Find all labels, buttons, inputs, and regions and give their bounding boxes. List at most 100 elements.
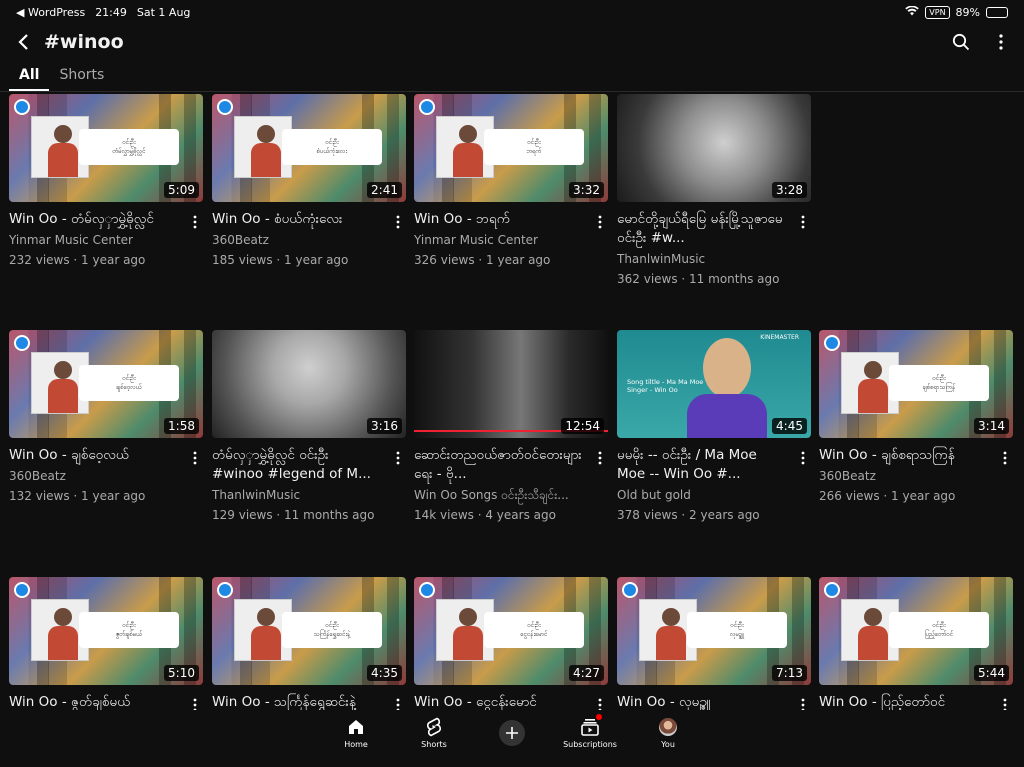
video-thumbnail[interactable]: 3:28 [617, 94, 811, 202]
video-title[interactable]: Win Oo - ဇွတ်ချစ်မယ် [9, 693, 181, 710]
video-card[interactable]: 3:28 မောင်တို့ချယ်ရီမြေ မန်းမြို့သူဇာမေ ဝ… [617, 94, 811, 287]
channel-logo-icon [824, 335, 840, 351]
video-thumbnail[interactable]: ဝင်းဦး ချစ်စရာသကြန် 3:14 [819, 330, 1013, 438]
video-menu-button[interactable] [795, 212, 811, 232]
video-menu-button[interactable] [997, 448, 1013, 468]
channel-name[interactable]: Old but gold [617, 487, 789, 503]
channel-name[interactable]: 360Beatz [9, 468, 181, 484]
video-thumbnail[interactable]: ဝင်းဦး တံမ်လွှာမွှဲ့ဓိုလ္လင် 5:09 [9, 94, 203, 202]
channel-name[interactable]: Win Oo Songs ဝင်းဦးသီချင်း... [414, 487, 586, 503]
channel-name[interactable]: ThanlwinMusic [617, 251, 789, 267]
video-card[interactable]: ဝင်းဦး ဘရက် 3:32 Win Oo - ဘရက် Yinmar Music… [414, 94, 608, 268]
video-card[interactable]: ဝင်းဦး သင်္ကြန်ရွှေဆင်းနဲ့ 4:35 Win Oo - သ… [212, 577, 406, 710]
thumbnail-caption: ဝင်းဦး စံပယ်ကုံးလေး [282, 129, 382, 165]
channel-name[interactable]: Yinmar Music Center [414, 232, 586, 248]
search-button[interactable] [948, 29, 974, 55]
video-duration: 2:41 [367, 182, 402, 198]
video-thumbnail[interactable]: 12:54 [414, 330, 608, 438]
channel-name[interactable]: 360Beatz [819, 468, 991, 484]
channel-logo-icon [217, 99, 233, 115]
thumbnail-caption: ဝင်းဦး လုမဥ္စူ [687, 612, 787, 648]
video-card[interactable]: 3:16 တံမ်လှှာမွှဲ့ဓိုလ္လင် ဝင်းဦး #winoo … [212, 330, 406, 523]
video-thumbnail[interactable]: ဝင်းဦး စံပယ်ကုံးလေး 2:41 [212, 94, 406, 202]
video-menu-button[interactable] [592, 448, 608, 468]
status-time: 21:49 [95, 5, 127, 19]
video-duration: 3:28 [772, 182, 807, 198]
portrait-image [703, 338, 751, 398]
video-title[interactable]: မောင်တို့ချယ်ရီမြေ မန်းမြို့သူဇာမေ ဝင်းဦ… [617, 210, 789, 248]
video-menu-button[interactable] [795, 448, 811, 468]
video-title[interactable]: Win Oo - ချစ်စရာသကြန် [819, 446, 991, 465]
search-icon [952, 33, 970, 51]
video-card[interactable]: ဝင်းဦး တံမ်လွှာမွှဲ့ဓိုလ္လင် 5:09 Win Oo -… [9, 94, 203, 268]
more-vertical-icon [999, 34, 1003, 50]
video-card[interactable]: ဝင်းဦး ငွေငန်းမောင် 4:27 Win Oo - ငွေငန်းမ… [414, 577, 608, 710]
channel-logo-icon [824, 582, 840, 598]
video-menu-button[interactable] [187, 695, 203, 710]
video-title[interactable]: ဆောင်းတညဝယ်ဇာတ်ဝင်တေးများ ရေး - ဗို... [414, 446, 586, 484]
tab-shorts[interactable]: Shorts [49, 60, 114, 91]
video-menu-button[interactable] [187, 212, 203, 232]
video-meta: Win Oo - ချစ်စရာသကြန် 360Beatz 266 views ·… [819, 438, 1013, 504]
channel-name[interactable]: 360Beatz [212, 232, 384, 248]
page-title: #winoo [44, 31, 124, 53]
video-menu-button[interactable] [187, 448, 203, 468]
video-menu-button[interactable] [390, 448, 406, 468]
video-card[interactable]: ဝင်းဦး စံပယ်ကုံးလေး 2:41 Win Oo - စံပယ်ကုံ… [212, 94, 406, 268]
video-thumbnail[interactable]: ဝင်းဦး လုမဥ္စူ 7:13 [617, 577, 811, 685]
video-card[interactable]: KINEMASTER Song tiltle - Ma Ma Moe Singer… [617, 330, 811, 523]
portrait-image [687, 394, 767, 438]
video-card[interactable]: ဝင်းဦး ချစ်စရာသကြန် 3:14 Win Oo - ချစ်စရာသ… [819, 330, 1013, 504]
tab-all[interactable]: All [9, 60, 50, 91]
nav-subscriptions[interactable]: Subscriptions [551, 712, 629, 767]
video-title[interactable]: Win Oo - ငွေငန်းမောင် [414, 693, 586, 710]
video-title[interactable]: Win Oo - ဘရက် [414, 210, 586, 229]
video-thumbnail[interactable]: KINEMASTER Song tiltle - Ma Ma Moe Singer… [617, 330, 811, 438]
video-menu-button[interactable] [592, 695, 608, 710]
video-menu-button[interactable] [390, 695, 406, 710]
video-meta: Win Oo - ချစ်ဝေ့လယ် 360Beatz 132 views · 1… [9, 438, 203, 504]
video-title[interactable]: Win Oo - ပြည့်တော်ဝင် [819, 693, 991, 710]
video-title[interactable]: Win Oo - သင်္ကြန်ရွှေဆင်းနဲ့ [212, 693, 384, 710]
nav-shorts[interactable]: Shorts [395, 712, 473, 767]
video-meta: Win Oo - လုမဥ္စူ [617, 685, 811, 710]
nav-home[interactable]: Home [317, 712, 395, 767]
video-thumbnail[interactable]: ဝင်းဦး ဇွတ်ချစ်မယ် 5:10 [9, 577, 203, 685]
video-thumbnail[interactable]: ဝင်းဦး ဘရက် 3:32 [414, 94, 608, 202]
video-card[interactable]: 12:54 ဆောင်းတညဝယ်ဇာတ်ဝင်တေးများ ရေး - ဗို… [414, 330, 608, 523]
thumbnail-caption: ဝင်းဦး သင်္ကြန်ရွှေဆင်းနဲ့ [282, 612, 382, 648]
more-options-button[interactable] [988, 29, 1014, 55]
video-thumbnail[interactable]: ဝင်းဦး ငွေငန်းမောင် 4:27 [414, 577, 608, 685]
video-menu-button[interactable] [592, 212, 608, 232]
video-title[interactable]: Win Oo - လုမဥ္စူ [617, 693, 789, 710]
back-to-app-link[interactable]: ◀ WordPress [16, 6, 85, 19]
video-duration: 5:10 [164, 665, 199, 681]
video-thumbnail[interactable]: ဝင်းဦး သင်္ကြန်ရွှေဆင်းနဲ့ 4:35 [212, 577, 406, 685]
channel-name[interactable]: ThanlwinMusic [212, 487, 384, 503]
video-thumbnail[interactable]: ဝင်းဦး ချစ်ဝေ့လယ် 1:58 [9, 330, 203, 438]
video-title[interactable]: Win Oo - တံမ်လှှာမွှဲ့ဓိုလ္လင် [9, 210, 181, 229]
channel-name[interactable]: Yinmar Music Center [9, 232, 181, 248]
video-thumbnail[interactable]: 3:16 [212, 330, 406, 438]
video-card[interactable]: ဝင်းဦး ချစ်ဝေ့လယ် 1:58 Win Oo - ချစ်ဝေ့လယ်… [9, 330, 203, 504]
nav-create[interactable] [473, 712, 551, 767]
video-title[interactable]: Win Oo - ချစ်ဝေ့လယ် [9, 446, 181, 465]
video-card[interactable]: ဝင်းဦး ပြည့်တော်ဝင် 5:44 Win Oo - ပြည့်တော… [819, 577, 1013, 710]
video-duration: 3:16 [367, 418, 402, 434]
video-meta: Win Oo - ဘရက် Yinmar Music Center 326 view… [414, 202, 608, 268]
video-card[interactable]: ဝင်းဦး လုမဥ္စူ 7:13 Win Oo - လုမဥ္စူ [617, 577, 811, 710]
thumbnail-caption: ဝင်းဦး ငွေငန်းမောင် [484, 612, 584, 648]
video-menu-button[interactable] [795, 695, 811, 710]
video-card[interactable]: ဝင်းဦး ဇွတ်ချစ်မယ် 5:10 Win Oo - ဇွတ်ချစ်မ… [9, 577, 203, 710]
back-button[interactable] [10, 28, 38, 56]
video-duration: 4:35 [367, 665, 402, 681]
video-title[interactable]: မမမိုး -- ဝင်းဦး / Ma Moe Moe -- Win Oo … [617, 446, 789, 484]
video-menu-button[interactable] [390, 212, 406, 232]
video-thumbnail[interactable]: ဝင်းဦး ပြည့်တော်ဝင် 5:44 [819, 577, 1013, 685]
video-title[interactable]: Win Oo - စံပယ်ကုံးလေး [212, 210, 384, 229]
nav-you[interactable]: You [629, 712, 707, 767]
more-vertical-icon [396, 698, 400, 710]
video-title[interactable]: တံမ်လှှာမွှဲ့ဓိုလ္လင် ဝင်းဦး #winoo #leg… [212, 446, 384, 484]
status-bar: ◀ WordPress 21:49 Sat 1 Aug VPN 89% [0, 0, 1024, 24]
video-menu-button[interactable] [997, 695, 1013, 710]
